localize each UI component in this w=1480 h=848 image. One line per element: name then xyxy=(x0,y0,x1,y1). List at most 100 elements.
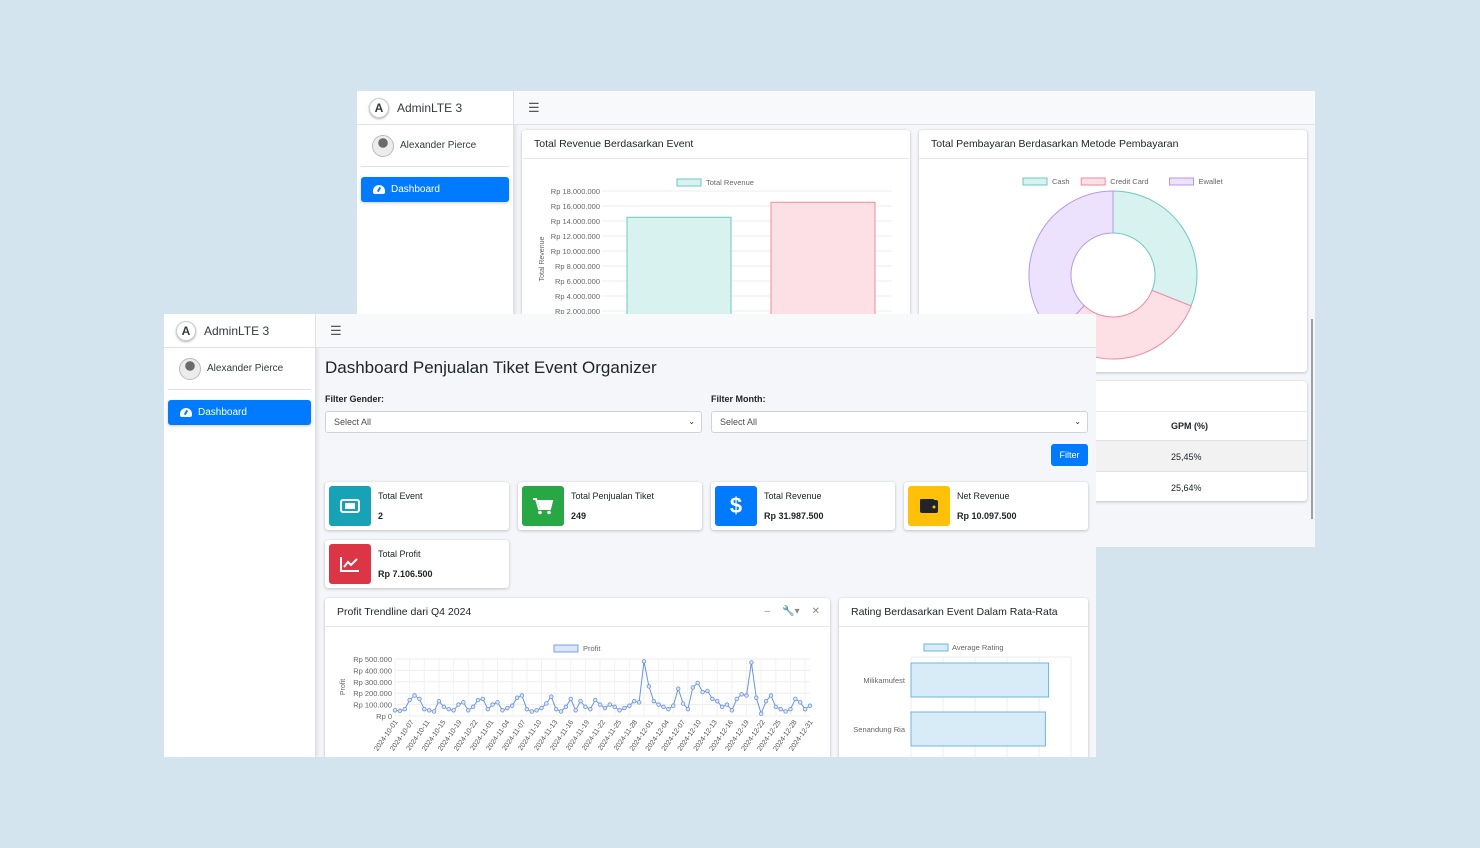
brand-link[interactable]: A AdminLTE 3 xyxy=(164,314,315,348)
filter-gender-label: Filter Gender: xyxy=(325,394,385,404)
data-point xyxy=(534,708,539,713)
user-name: Alexander Pierce xyxy=(207,363,284,374)
y-tick-label: Rp 300.000 xyxy=(353,678,392,687)
data-point xyxy=(568,696,573,702)
table-cell-gpm: 25,64% xyxy=(1171,483,1202,493)
y-tick-label: Rp 14.000.000 xyxy=(551,217,600,226)
data-point xyxy=(592,697,598,703)
data-point xyxy=(426,708,432,713)
data-point xyxy=(451,708,456,713)
legend-swatch xyxy=(1169,177,1194,186)
y-tick-label: Rp 100.000 xyxy=(353,701,392,710)
month-select[interactable]: Select All ⌄ xyxy=(711,411,1088,433)
data-point xyxy=(480,696,486,702)
rating-bar-chart: Average Rating Milikamufest Senandung Ria xyxy=(853,643,1072,757)
page-title: Dashboard Penjualan Tiket Event Organize… xyxy=(325,358,657,377)
y-tick-label: Senandung Ria xyxy=(853,725,906,734)
data-point xyxy=(475,697,481,703)
y-tick-label: Rp 8.000.000 xyxy=(555,262,600,271)
data-point xyxy=(758,711,764,716)
ticket-icon xyxy=(329,486,371,526)
legend-swatch xyxy=(1080,177,1106,186)
legend-swatch xyxy=(1022,177,1048,186)
data-point xyxy=(441,704,447,710)
data-point xyxy=(656,702,661,707)
legend-label: Credit Card xyxy=(1110,177,1148,186)
filter-button[interactable]: Filter xyxy=(1051,444,1088,466)
bar xyxy=(626,216,732,327)
data-point xyxy=(392,708,398,713)
info-box-value: Rp 10.097.500 xyxy=(957,511,1017,521)
data-point xyxy=(539,705,544,711)
data-point xyxy=(617,708,622,713)
info-box-title: Net Revenue xyxy=(957,491,1010,501)
legend-label: Ewallet xyxy=(1199,177,1224,186)
card-tools: – 🔧▾ ✕ xyxy=(765,606,820,617)
sidebar-item-label: Dashboard xyxy=(391,184,440,195)
close-icon[interactable]: ✕ xyxy=(812,606,820,617)
menu-toggle-icon[interactable]: ☰ xyxy=(528,100,540,116)
user-panel[interactable]: Alexander Pierce xyxy=(361,125,509,167)
data-point xyxy=(685,706,691,712)
data-point xyxy=(519,693,525,698)
sidebar-item-dashboard[interactable]: Dashboard xyxy=(168,400,311,425)
y-tick-label: Rp 0 xyxy=(376,712,392,721)
filter-month-label: Filter Month: xyxy=(711,394,766,404)
data-point xyxy=(622,705,627,711)
y-axis-label: Total Revenue xyxy=(539,237,546,282)
data-point xyxy=(549,694,554,699)
dashboard-gauge-icon xyxy=(373,185,385,194)
brand-text: AdminLTE 3 xyxy=(397,100,463,115)
data-point xyxy=(607,702,613,707)
card-title: Total Revenue Berdasarkan Event xyxy=(522,130,910,159)
avatar xyxy=(372,134,394,157)
data-point xyxy=(783,709,788,714)
data-point xyxy=(719,704,725,710)
y-tick-label: Rp 16.000.000 xyxy=(551,202,600,211)
info-box-value: Rp 7.106.500 xyxy=(378,569,433,579)
y-tick-label: Rp 400.000 xyxy=(353,666,392,675)
adminlte-logo-icon: A xyxy=(369,97,389,118)
pie-slice xyxy=(1112,190,1198,307)
table-header-gpm: GPM (%) xyxy=(1171,421,1208,431)
wrench-icon[interactable]: 🔧▾ xyxy=(782,606,799,617)
data-point xyxy=(666,706,671,712)
user-panel[interactable]: Alexander Pierce xyxy=(168,348,311,390)
minus-icon[interactable]: – xyxy=(765,606,771,617)
data-point xyxy=(724,702,730,707)
dollar-icon: $ xyxy=(715,486,757,526)
data-point xyxy=(646,684,652,689)
y-tick-label: Rp 12.000.000 xyxy=(551,232,600,241)
data-point xyxy=(793,696,798,702)
data-point xyxy=(495,700,500,705)
info-box-title: Total Penjualan Tiket xyxy=(571,491,655,501)
data-point xyxy=(778,706,783,712)
data-point xyxy=(573,708,578,713)
legend-label: Average Rating xyxy=(952,643,1004,652)
front-sidebar: A AdminLTE 3 Alexander Pierce Dashboard xyxy=(164,314,316,757)
brand-link[interactable]: A AdminLTE 3 xyxy=(357,91,513,125)
data-point xyxy=(553,706,559,712)
front-window: A AdminLTE 3 Alexander Pierce Dashboard … xyxy=(164,314,1096,757)
y-tick-label: Rp 500.000 xyxy=(353,655,392,664)
menu-toggle-icon[interactable]: ☰ xyxy=(330,323,342,339)
data-point xyxy=(544,701,549,706)
data-point xyxy=(700,689,705,695)
gender-select[interactable]: Select All ⌄ xyxy=(325,411,702,433)
data-point xyxy=(651,698,656,704)
gender-select-value: Select All xyxy=(334,417,372,427)
data-point xyxy=(710,696,715,702)
y-tick-label: Rp 6.000.000 xyxy=(555,277,600,286)
data-point xyxy=(602,705,608,711)
brand-text: AdminLTE 3 xyxy=(204,323,270,338)
data-point xyxy=(422,706,427,712)
scrollbar[interactable] xyxy=(1311,319,1313,519)
data-point xyxy=(407,697,412,703)
chevron-down-icon: ⌄ xyxy=(1074,417,1081,426)
data-point xyxy=(436,698,442,704)
info-box-total-revenue: $ Total Revenue Rp 31.987.500 xyxy=(711,482,895,530)
data-point xyxy=(529,709,534,714)
data-point xyxy=(500,708,505,713)
card-title: Total Pembayaran Berdasarkan Metode Pemb… xyxy=(919,130,1307,159)
sidebar-item-dashboard[interactable]: Dashboard xyxy=(361,177,509,202)
